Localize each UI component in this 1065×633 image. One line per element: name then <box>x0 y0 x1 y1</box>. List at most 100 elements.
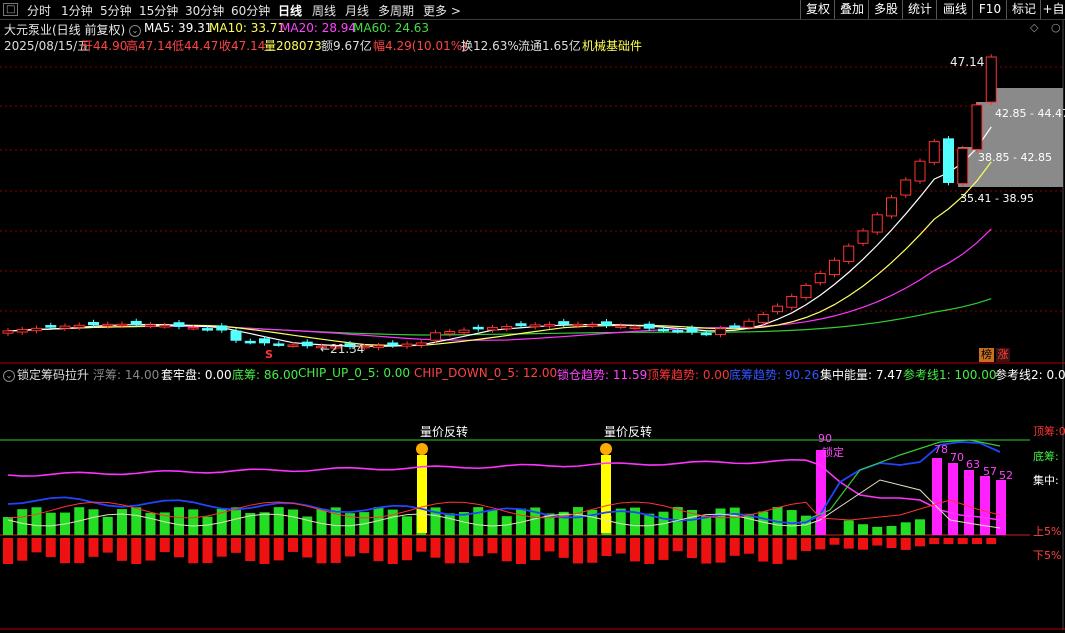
indicator-name: 锁定筹码拉升 <box>17 368 90 382</box>
upper-5pct-label: 上5% <box>1033 525 1062 538</box>
up-candle <box>444 330 456 335</box>
red-histogram-bar <box>687 538 697 559</box>
green-histogram-bar <box>117 509 127 535</box>
red-histogram-bar <box>544 538 555 552</box>
ma20-line <box>7 228 992 341</box>
red-histogram-bar <box>145 538 156 561</box>
lock-bar <box>816 450 826 535</box>
up-candle <box>529 324 541 328</box>
down-candle <box>472 326 484 330</box>
up-candle <box>814 272 826 284</box>
red-histogram-bar <box>487 538 498 554</box>
up-candle <box>715 328 726 336</box>
lower-5pct-label: 下5% <box>1033 549 1062 562</box>
up-candle <box>928 141 940 163</box>
up-candle <box>187 326 199 330</box>
red-histogram-bar <box>174 538 184 558</box>
down-candle <box>686 327 698 333</box>
red-histogram-bar <box>886 538 897 549</box>
red-histogram-bar <box>359 538 370 554</box>
red-histogram-bar <box>31 538 42 553</box>
red-histogram-bar <box>630 538 640 562</box>
chip-up-value: CHIP_UP_0_5: 0.00 <box>298 366 411 380</box>
red-histogram-bar <box>672 538 683 552</box>
lock-value-label: 70 <box>950 451 964 464</box>
sell-flag: S <box>265 348 273 361</box>
green-histogram-bar <box>316 508 327 535</box>
red-histogram-bar <box>159 538 170 553</box>
volume-price-reversal-label: 量价反转 <box>604 425 653 439</box>
green-histogram-bar <box>487 509 498 535</box>
green-histogram-bar <box>273 507 284 535</box>
red-histogram-bar <box>316 538 327 564</box>
red-histogram-bar <box>345 538 355 557</box>
up-candle <box>430 332 441 341</box>
red-histogram-bar <box>88 538 99 557</box>
down-candle <box>943 138 954 183</box>
green-histogram-bar <box>288 509 298 535</box>
red-histogram-bar <box>387 538 398 564</box>
red-histogram-bar <box>644 538 655 564</box>
candlestick-chart[interactable] <box>0 0 1065 633</box>
red-histogram-bar <box>729 538 740 556</box>
down-candle <box>515 323 527 327</box>
up-candle <box>145 324 156 327</box>
red-histogram-bar <box>430 538 441 558</box>
red-histogram-bar <box>900 538 911 550</box>
red-histogram-bar <box>615 538 626 554</box>
up-candle <box>615 325 627 329</box>
up-candle <box>971 104 983 151</box>
min-price-label: ←21.34 <box>320 342 365 356</box>
up-candle <box>373 345 384 348</box>
up-candle <box>73 324 85 328</box>
red-histogram-bar <box>558 538 569 558</box>
green-histogram-bar <box>843 520 854 535</box>
red-histogram-bar <box>131 538 142 564</box>
red-histogram-bar <box>3 538 13 564</box>
signal-marker-icon <box>600 443 612 455</box>
bang-badge[interactable]: 榜 <box>979 348 994 362</box>
red-histogram-bar <box>117 538 127 561</box>
down-candle <box>273 343 285 346</box>
red-histogram-bar <box>516 538 526 564</box>
up-candle <box>843 245 855 262</box>
green-histogram-bar <box>188 509 199 535</box>
ref-line-1-value: 参考线1: 100.00 <box>903 368 997 382</box>
lock-value-label: 52 <box>999 469 1013 482</box>
down-candle <box>244 340 256 344</box>
red-histogram-bar <box>402 538 412 561</box>
up-candle <box>2 330 14 334</box>
taolao-value: 套牢盘: 0.00 <box>161 368 232 382</box>
red-histogram-bar <box>786 538 797 560</box>
green-histogram-bar <box>31 507 42 535</box>
lock-bar <box>964 470 974 535</box>
ref-line-2-value: 参考线2: 0.0 <box>995 368 1065 382</box>
red-histogram-bar <box>715 538 726 563</box>
red-histogram-bar <box>772 538 783 564</box>
down-candle <box>301 341 313 347</box>
up-candle <box>544 323 555 327</box>
up-candle <box>415 342 427 346</box>
green-histogram-bar <box>3 517 13 535</box>
lock-trend-value: 锁仓趋势: 11.59 <box>557 368 648 382</box>
bottom-trend-value: 底筹趋势: 90.26 <box>729 368 820 382</box>
red-histogram-bar <box>957 538 968 544</box>
red-histogram-bar <box>74 538 85 564</box>
down-candle <box>729 325 741 328</box>
zhang-badge[interactable]: 涨 <box>996 348 1010 362</box>
red-histogram-bar <box>943 538 954 544</box>
red-histogram-bar <box>373 538 384 562</box>
down-candle <box>700 332 712 336</box>
down-candle <box>45 325 57 328</box>
lock-value-label: 57 <box>983 465 997 478</box>
chip-zone-label: 38.85 - 42.85 <box>978 151 1052 164</box>
green-histogram-bar <box>88 509 99 535</box>
red-histogram-bar <box>658 538 669 560</box>
up-candle <box>786 295 798 308</box>
lock-value-label: 78 <box>934 443 948 456</box>
up-candle <box>116 323 128 327</box>
green-histogram-bar <box>858 524 868 535</box>
concentration-label: 集中: <box>1033 474 1059 487</box>
dichou-value: 底筹: 86.00 <box>232 368 299 382</box>
red-histogram-bar <box>829 538 840 545</box>
